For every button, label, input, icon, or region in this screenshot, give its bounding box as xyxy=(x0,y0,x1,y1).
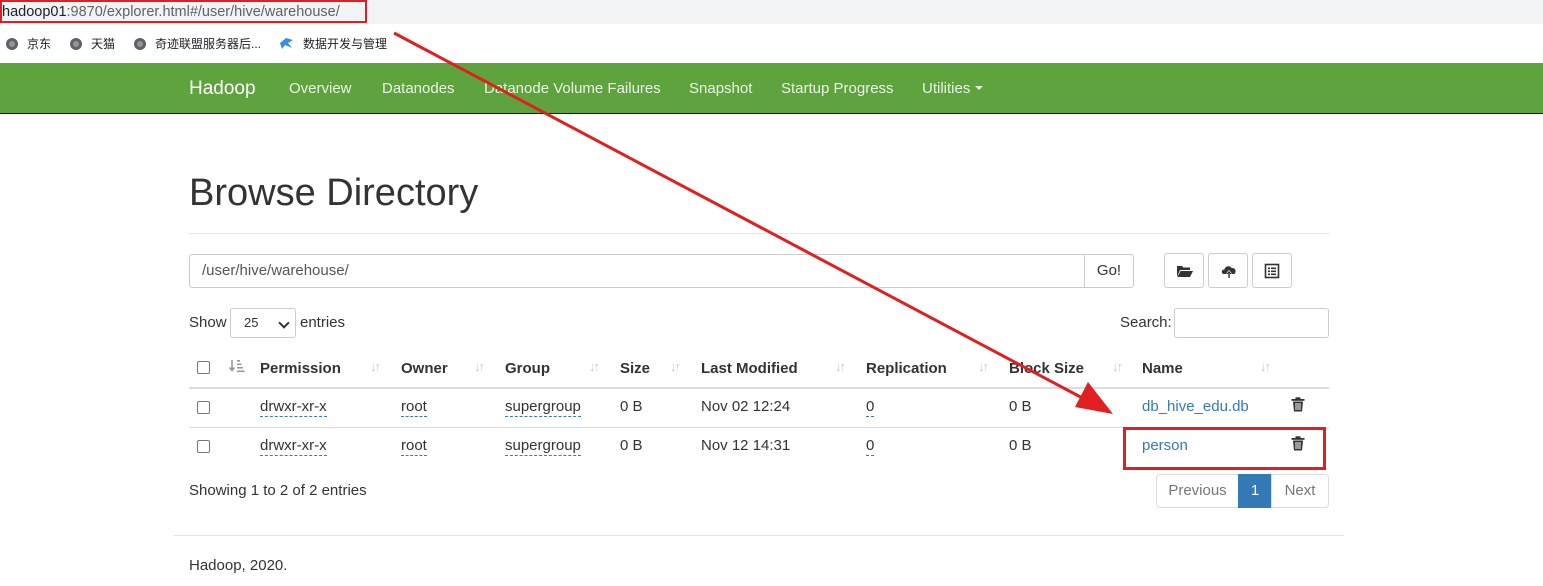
footer-divider xyxy=(174,535,1344,536)
nav-utilities[interactable]: Utilities xyxy=(922,63,984,114)
header-replication[interactable]: Replication xyxy=(866,360,947,377)
replication-value[interactable]: 0 xyxy=(866,437,875,456)
group-value[interactable]: supergroup xyxy=(505,398,581,417)
sort-icon[interactable]: ↓↑ xyxy=(474,359,485,374)
table-header-divider xyxy=(189,387,1329,389)
block-size-value: 0 B xyxy=(1009,398,1032,415)
bookmarks-bar: 京东 天猫 奇迹联盟服务器后... 数据开发与管理 xyxy=(0,33,1543,55)
show-label: Show xyxy=(189,314,227,331)
permission-value[interactable]: drwxr-xr-x xyxy=(260,398,327,417)
folder-open-icon xyxy=(1177,266,1193,277)
sort-icon[interactable]: ↓↑ xyxy=(1260,359,1271,374)
header-name[interactable]: Name xyxy=(1142,360,1183,377)
navbar: Hadoop Overview Datanodes Datanode Volum… xyxy=(0,63,1543,114)
sort-icon[interactable] xyxy=(229,359,245,373)
sort-icon[interactable]: ↓↑ xyxy=(835,359,846,374)
showing-info: Showing 1 to 2 of 2 entries xyxy=(189,482,367,499)
caret-down-icon xyxy=(975,86,984,90)
nav-startup-progress[interactable]: Startup Progress xyxy=(781,63,894,114)
list-alt-icon xyxy=(1264,263,1280,279)
footer-text: Hadoop, 2020. xyxy=(189,557,288,574)
row-checkbox[interactable] xyxy=(197,401,210,414)
annotation-box-url xyxy=(0,0,367,23)
pagination-previous[interactable]: Previous xyxy=(1156,474,1239,508)
entries-select[interactable]: 25 xyxy=(230,308,296,338)
trash-icon[interactable] xyxy=(1291,397,1305,412)
nav-overview[interactable]: Overview xyxy=(289,63,352,114)
bookmark-tmall[interactable]: 天猫 xyxy=(70,33,115,55)
page-title: Browse Directory xyxy=(189,172,479,214)
sort-icon[interactable]: ↓↑ xyxy=(370,359,381,374)
modified-value: Nov 12 14:31 xyxy=(701,437,791,454)
size-value: 0 B xyxy=(620,398,643,415)
chevron-down-icon xyxy=(278,317,290,329)
nav-datanodes[interactable]: Datanodes xyxy=(382,63,455,114)
go-button[interactable]: Go! xyxy=(1084,254,1134,288)
header-owner[interactable]: Owner xyxy=(401,360,448,377)
annotation-box-person xyxy=(1123,427,1326,470)
header-block-size[interactable]: Block Size xyxy=(1009,360,1084,377)
nav-snapshot[interactable]: Snapshot xyxy=(689,63,752,114)
create-directory-button[interactable] xyxy=(1164,253,1204,288)
block-size-value: 0 B xyxy=(1009,437,1032,454)
entries-label: entries xyxy=(300,314,346,331)
search-label: Search: xyxy=(1120,314,1172,331)
replication-value[interactable]: 0 xyxy=(866,398,875,417)
row-checkbox[interactable] xyxy=(197,440,210,453)
pagination-page-1[interactable]: 1 xyxy=(1238,474,1272,508)
bird-icon xyxy=(280,38,293,49)
globe-icon xyxy=(6,38,18,50)
sort-icon[interactable]: ↓↑ xyxy=(589,359,600,374)
sort-icon[interactable]: ↓↑ xyxy=(1112,359,1123,374)
modified-value: Nov 02 12:24 xyxy=(701,398,791,415)
bookmark-data-dev[interactable]: 数据开发与管理 xyxy=(279,33,387,55)
bookmark-server[interactable]: 奇迹联盟服务器后... xyxy=(134,33,261,55)
navbar-brand[interactable]: Hadoop xyxy=(189,63,256,114)
nav-volume-failures[interactable]: Datanode Volume Failures xyxy=(484,63,661,114)
select-all-checkbox[interactable] xyxy=(197,361,210,374)
header-group[interactable]: Group xyxy=(505,360,550,377)
group-value[interactable]: supergroup xyxy=(505,437,581,456)
size-value: 0 B xyxy=(620,437,643,454)
sort-icon[interactable]: ↓↑ xyxy=(670,359,681,374)
search-input[interactable] xyxy=(1174,308,1329,338)
pagination-next[interactable]: Next xyxy=(1271,474,1329,508)
owner-value[interactable]: root xyxy=(401,437,427,456)
name-link[interactable]: db_hive_edu.db xyxy=(1142,398,1249,415)
cut-paste-button[interactable] xyxy=(1252,253,1292,288)
header-permission[interactable]: Permission xyxy=(260,360,341,377)
cloud-upload-icon xyxy=(1221,266,1236,278)
permission-value[interactable]: drwxr-xr-x xyxy=(260,437,327,456)
header-last-modified[interactable]: Last Modified xyxy=(701,360,798,377)
divider xyxy=(189,233,1329,234)
directory-path-input[interactable]: /user/hive/warehouse/ xyxy=(189,254,1085,288)
globe-icon xyxy=(134,38,146,50)
globe-icon xyxy=(70,38,82,50)
owner-value[interactable]: root xyxy=(401,398,427,417)
sort-icon[interactable]: ↓↑ xyxy=(978,359,989,374)
upload-button[interactable] xyxy=(1208,253,1248,288)
header-size[interactable]: Size xyxy=(620,360,650,377)
bookmark-jd[interactable]: 京东 xyxy=(6,33,51,55)
